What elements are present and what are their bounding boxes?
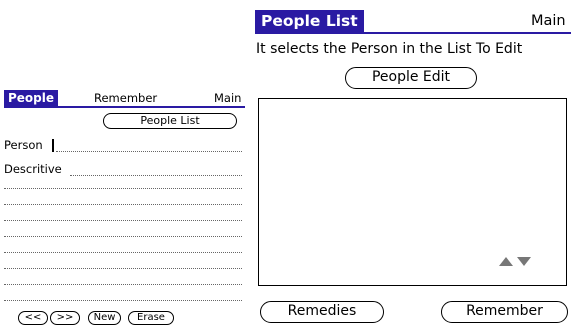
- scroll-down-arrow[interactable]: [517, 257, 531, 266]
- people-list-button[interactable]: People List: [103, 113, 237, 129]
- text-line: [4, 220, 242, 221]
- descriptive-textarea[interactable]: [4, 188, 242, 301]
- descriptive-label: Descritive: [4, 162, 62, 176]
- remember-button[interactable]: Remember: [441, 301, 568, 323]
- text-cursor: [52, 139, 54, 152]
- up-down-scroll-icon[interactable]: [497, 255, 535, 267]
- title-underline: [255, 32, 571, 34]
- people-edit-button[interactable]: People Edit: [345, 67, 477, 89]
- text-line: [4, 268, 242, 269]
- scroll-up-arrow[interactable]: [499, 257, 513, 266]
- title-underline: [4, 106, 245, 108]
- menu-main[interactable]: Main: [531, 12, 566, 30]
- text-line: [4, 236, 242, 237]
- prev-button[interactable]: <<: [18, 311, 48, 325]
- text-line: [4, 284, 242, 285]
- erase-button[interactable]: Erase: [128, 311, 174, 325]
- people-list[interactable]: [258, 98, 567, 286]
- text-line: [4, 188, 242, 189]
- person-input[interactable]: [56, 151, 242, 152]
- people-list-title-tab[interactable]: People List: [255, 10, 364, 32]
- text-line: [4, 300, 242, 301]
- menu-remember[interactable]: Remember: [94, 91, 157, 105]
- text-line: [4, 252, 242, 253]
- descriptive-input-line[interactable]: [70, 175, 242, 176]
- new-button[interactable]: New: [88, 311, 121, 325]
- remedies-button[interactable]: Remedies: [260, 301, 384, 323]
- person-label: Person: [4, 138, 43, 152]
- instruction-text: It selects the Person in the List To Edi…: [256, 41, 523, 57]
- next-button[interactable]: >>: [50, 311, 80, 325]
- menu-main[interactable]: Main: [214, 91, 241, 105]
- text-line: [4, 204, 242, 205]
- people-title-tab[interactable]: People: [4, 90, 59, 106]
